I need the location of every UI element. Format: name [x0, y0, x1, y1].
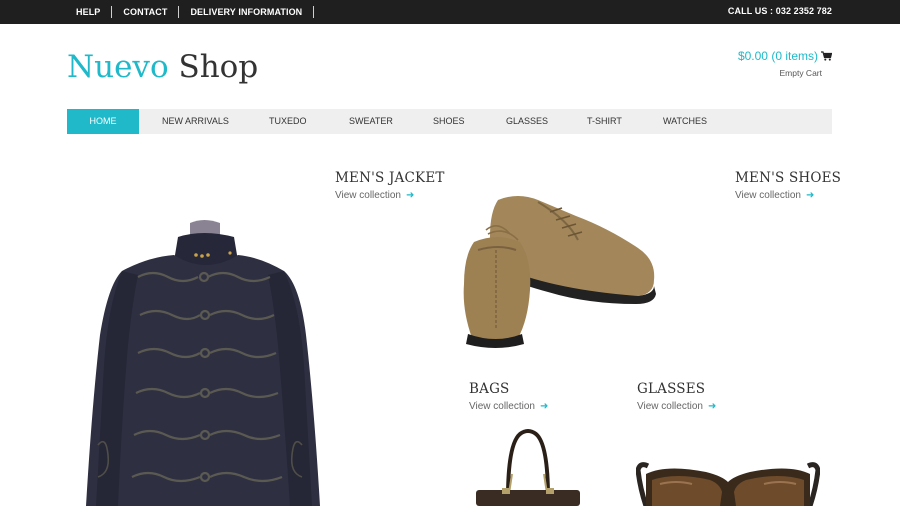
cart-widget[interactable]: $0.00 (0 items) Empty Cart	[738, 49, 832, 78]
glasses-view-collection-link[interactable]: View collection ➜	[637, 401, 716, 412]
jacket-view-collection-label: View collection	[335, 190, 401, 201]
nav-item-sweater[interactable]: SWEATER	[349, 109, 393, 134]
nav-item-watches[interactable]: WATCHES	[663, 109, 707, 134]
cart-icon	[821, 51, 832, 61]
nav-item-home[interactable]: HOME	[67, 109, 139, 134]
cart-total[interactable]: $0.00 (0 items)	[738, 49, 832, 63]
glasses-collection-title: GLASSES	[637, 381, 706, 397]
nav-item-tuxedo[interactable]: TUXEDO	[269, 109, 307, 134]
top-bar: HELP CONTACT DELIVERY INFORMATION CALL U…	[0, 0, 900, 24]
nav-item-shoes[interactable]: SHOES	[433, 109, 465, 134]
glasses-view-collection-label: View collection	[637, 401, 703, 412]
call-us-text: CALL US : 032 2352 782	[727, 6, 832, 16]
bags-view-collection-link[interactable]: View collection ➜	[469, 401, 548, 412]
arrow-right-icon: ➜	[539, 401, 549, 412]
shoes-image[interactable]	[458, 190, 660, 352]
help-link[interactable]: HELP	[67, 6, 113, 18]
contact-link[interactable]: CONTACT	[112, 6, 180, 18]
main-nav: HOME NEW ARRIVALS TUXEDO SWEATER SHOES G…	[67, 109, 832, 134]
empty-cart-text: Empty Cart	[779, 68, 822, 78]
arrow-right-icon: ➜	[405, 190, 415, 201]
nav-item-glasses[interactable]: GLASSES	[506, 109, 548, 134]
shop-logo[interactable]: Nuevo Shop	[67, 48, 258, 86]
nav-item-new-arrivals[interactable]: NEW ARRIVALS	[162, 109, 229, 134]
shoes-view-collection-label: View collection	[735, 190, 801, 201]
jacket-collection-title: MEN'S JACKET	[335, 170, 445, 186]
arrow-right-icon: ➜	[805, 190, 815, 201]
glasses-image[interactable]	[636, 448, 820, 506]
top-links: HELP CONTACT DELIVERY INFORMATION	[67, 0, 315, 24]
arrow-right-icon: ➜	[707, 401, 717, 412]
nav-item-t-shirt[interactable]: T-SHIRT	[587, 109, 622, 134]
cart-total-label: $0.00 (0 items)	[737, 49, 818, 63]
shoes-collection-title: MEN'S SHOES	[735, 170, 842, 186]
shoes-view-collection-link[interactable]: View collection ➜	[735, 190, 814, 201]
bags-view-collection-label: View collection	[469, 401, 535, 412]
bags-collection-title: BAGS	[469, 381, 510, 397]
jacket-image[interactable]	[78, 215, 328, 506]
logo-part-2: Shop	[168, 49, 259, 85]
delivery-information-link[interactable]: DELIVERY INFORMATION	[179, 6, 315, 18]
bag-image[interactable]	[472, 428, 584, 506]
jacket-view-collection-link[interactable]: View collection ➜	[335, 190, 414, 201]
logo-part-1: Nuevo	[67, 49, 169, 85]
